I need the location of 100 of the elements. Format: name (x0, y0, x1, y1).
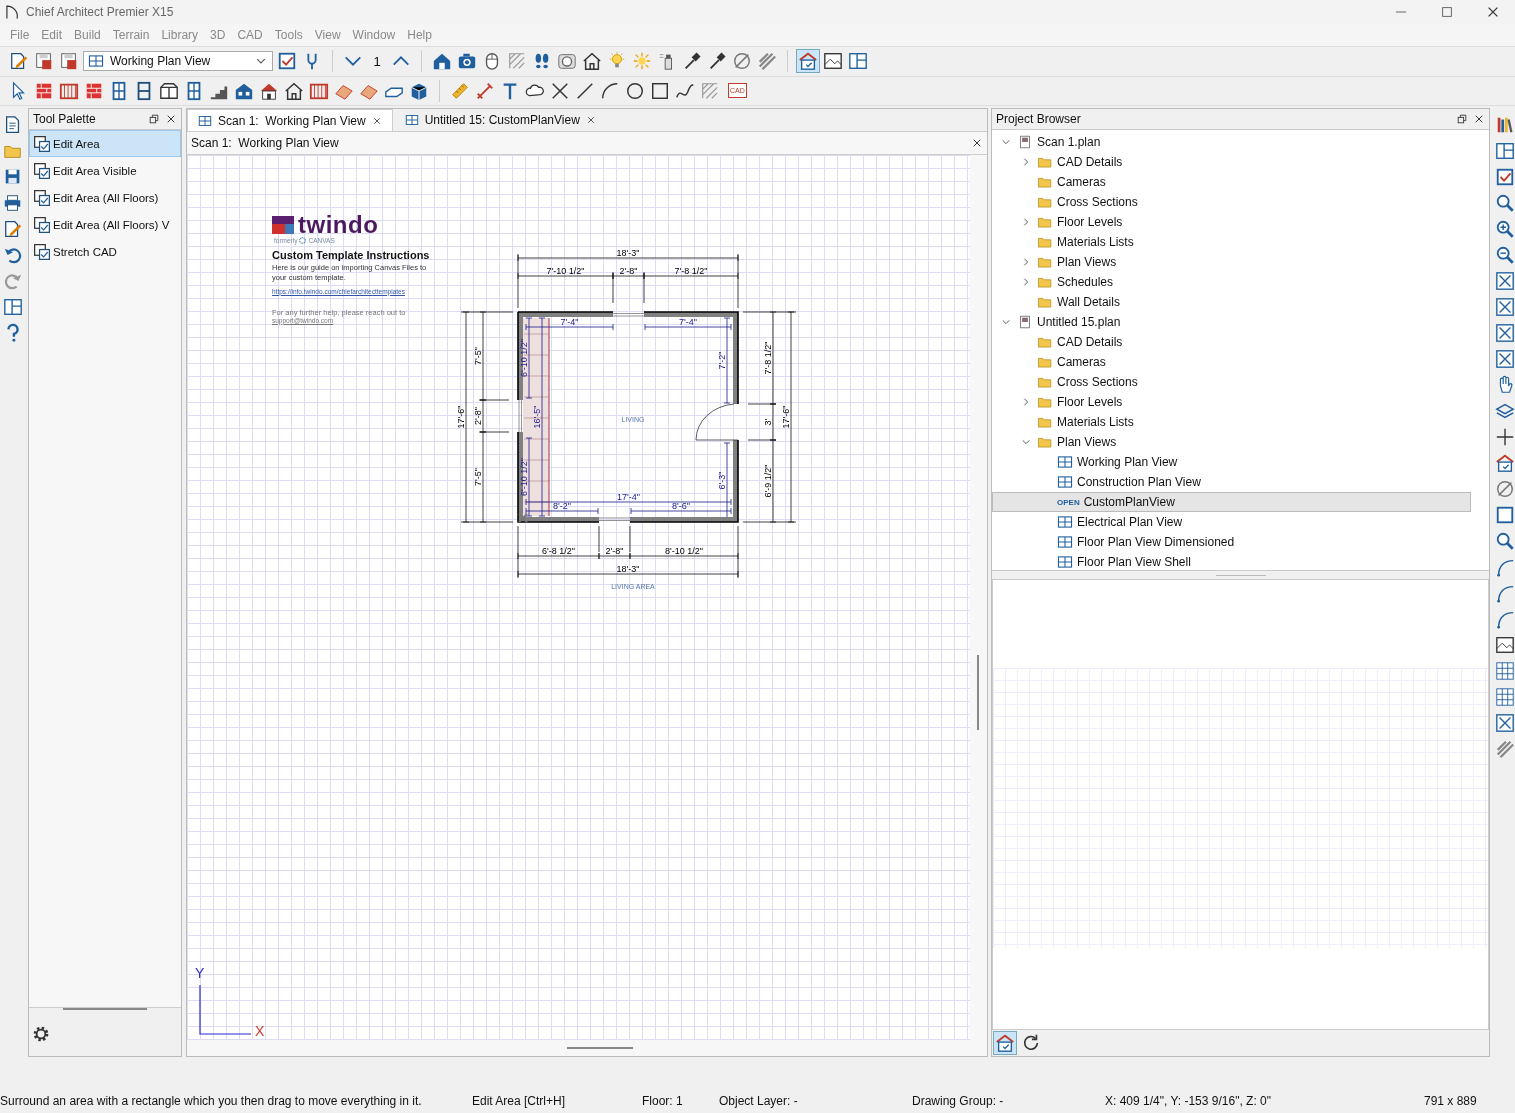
tree-item[interactable]: Wall Details (992, 292, 1471, 313)
plan-view-icon (88, 53, 104, 70)
dimension-label: 2'-8" (472, 407, 483, 426)
fit-view-icon[interactable] (1494, 712, 1515, 735)
houseplan-icon[interactable] (994, 1032, 1016, 1055)
dimension-label: 2'-8" (619, 265, 638, 276)
house-plan-icon[interactable] (1494, 452, 1515, 475)
dimension-label: 7'-5" (472, 468, 483, 487)
scroll-thumb[interactable] (63, 1008, 147, 1011)
dimension-label: 17'-4" (617, 491, 640, 502)
dimension-label: 7'-10 1/2" (546, 265, 585, 276)
grid-icon[interactable] (1494, 660, 1515, 683)
fit-view-icon[interactable] (1494, 296, 1515, 319)
close-icon[interactable] (371, 115, 382, 126)
close-icon[interactable] (585, 115, 596, 126)
stripes-icon[interactable] (1494, 738, 1515, 761)
logo-icon (272, 216, 294, 235)
restore-icon[interactable] (148, 113, 160, 126)
plan-view-icon (198, 113, 212, 128)
tree-item[interactable]: Floor Plan View Dimensioned (992, 532, 1471, 553)
restore-icon[interactable] (1456, 113, 1468, 126)
tree-item[interactable]: Cameras (992, 172, 1471, 193)
tree-item[interactable]: Floor Levels (992, 212, 1471, 233)
tree-item[interactable]: Electrical Plan View (992, 512, 1471, 533)
status-text: Object Layer: - (719, 1094, 799, 1109)
edit-area-icon (33, 188, 51, 207)
edit-area-icon (33, 161, 51, 180)
fit-view-icon[interactable] (1494, 270, 1515, 293)
dimension-label: 8'-10 1/2" (665, 545, 703, 556)
dimension-label: 6'-8 1/2" (542, 545, 575, 556)
dimension-label: 7'-8 1/2" (762, 341, 773, 375)
house-outline-icon[interactable] (581, 50, 603, 73)
tree-item[interactable]: Floor Plan View Shell (992, 552, 1471, 571)
floor-number: 1 (372, 53, 382, 69)
dimension-label: 17'-6" (780, 405, 791, 429)
edit-area-icon (33, 242, 51, 261)
tool-item[interactable]: Edit Area (All Floors) V (29, 211, 181, 239)
fit-view-icon[interactable] (1494, 322, 1515, 345)
plan-file-icon (1017, 314, 1033, 331)
tree-item[interactable]: Floor Levels (992, 392, 1471, 413)
tree-item[interactable]: Plan Views (992, 432, 1471, 453)
note-heading: Custom Template Instructions (272, 249, 431, 262)
drawing-canvas[interactable] (187, 155, 970, 1041)
dimension-label: 7'-5" (472, 347, 483, 366)
tree-item[interactable]: Schedules (992, 272, 1471, 293)
axis-drawing (199, 985, 251, 1036)
panel-title: Tool Palette (33, 112, 96, 127)
dimension-label: 7'-4" (679, 316, 697, 327)
tree-item[interactable]: OPEN CustomPlanView (992, 492, 1471, 513)
dimension-label: 18'-3" (616, 247, 640, 258)
house-plan-icon[interactable] (797, 50, 819, 73)
tab[interactable]: Untitled 15: CustomPlanView (394, 109, 606, 132)
tree-item[interactable]: Cross Sections (992, 192, 1471, 213)
plan-view-icon (1057, 474, 1073, 491)
dimension-label: 16'-5" (531, 405, 542, 429)
tree-item[interactable]: CAD Details (992, 152, 1471, 173)
tree-item[interactable]: Cameras (992, 352, 1471, 373)
brand-name: twindo (298, 213, 379, 238)
dimension-label: 7'-8 1/2" (674, 265, 708, 276)
dimension-label: 2'-8" (605, 545, 624, 556)
grid-icon[interactable] (1494, 686, 1515, 709)
dimension-label: 3' (762, 418, 773, 426)
stripes-icon[interactable] (756, 50, 778, 73)
plan-view-icon (404, 113, 419, 128)
tree-item[interactable]: Materials Lists (992, 412, 1471, 433)
plan-view-icon (1057, 454, 1073, 471)
tree-item[interactable]: Construction Plan View (992, 472, 1471, 493)
status-text: Floor: 1 (642, 1094, 684, 1109)
plan-file-icon (1017, 134, 1033, 151)
dimension-label: 8'-2" (553, 500, 571, 511)
axis-label: Y (195, 965, 205, 982)
app-logo-icon (4, 3, 20, 20)
tree-item[interactable]: CAD Details (992, 332, 1471, 353)
tool-item[interactable]: Edit Area Visible (29, 157, 181, 185)
scroll-thumb[interactable] (977, 655, 979, 731)
tool-item[interactable]: Edit Area (29, 130, 181, 158)
tab[interactable]: Scan 1: Working Plan View (187, 109, 393, 132)
dimension-label: 18'-3" (616, 563, 640, 574)
status-text: 791 x 889 (1424, 1094, 1478, 1109)
scroll-thumb[interactable] (567, 1047, 633, 1050)
axis-label: X (255, 1023, 265, 1040)
dimension-label: 8'-6" (672, 500, 690, 511)
tree-item[interactable]: Working Plan View (992, 452, 1471, 473)
tree-item[interactable]: Cross Sections (992, 372, 1471, 393)
tree-item[interactable]: Scan 1.plan (992, 132, 1471, 153)
dimension-label: 7'-2" (716, 351, 727, 370)
tool-item[interactable]: Stretch CAD (29, 238, 181, 266)
status-text: X: 409 1/4", Y: -153 9/16", Z: 0" (1105, 1094, 1272, 1109)
dimension-label: 7'-4" (560, 316, 579, 327)
tree-item[interactable]: Untitled 15.plan (992, 312, 1471, 333)
plan-view-icon (1057, 534, 1073, 551)
view-title: Scan 1: Working Plan View (191, 136, 339, 151)
tree-item[interactable]: Materials Lists (992, 232, 1471, 253)
open-label: OPEN (1057, 497, 1080, 507)
dimension-label: 17'-6" (455, 405, 466, 429)
tree-item[interactable]: Plan Views (992, 252, 1471, 273)
tool-item[interactable]: Edit Area (All Floors) (29, 184, 181, 212)
view-dropdown[interactable]: Working Plan View (83, 51, 273, 72)
plan-view-icon (1057, 514, 1073, 531)
fit-view-icon[interactable] (1494, 348, 1515, 371)
